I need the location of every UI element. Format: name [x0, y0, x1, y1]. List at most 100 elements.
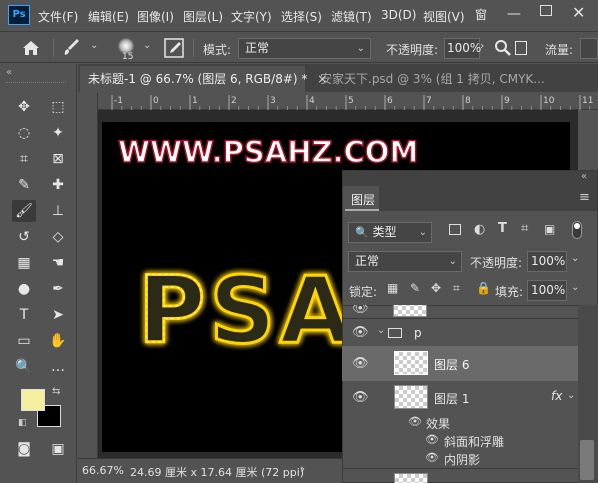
- blend-mode-select[interactable]: 正常 ⌄: [348, 251, 462, 272]
- frame-tool-icon[interactable]: ⊠: [46, 148, 70, 170]
- layer-group-p[interactable]: 👁 ⌄ p: [342, 318, 578, 346]
- lock-image-icon[interactable]: ✎: [410, 281, 420, 295]
- menu-filter[interactable]: 滤镜(T): [331, 8, 372, 25]
- menu-layer[interactable]: 图层(L): [183, 8, 223, 25]
- clone-stamp-icon[interactable]: ⊥: [46, 200, 70, 222]
- lock-transparent-icon[interactable]: ▦: [387, 281, 398, 295]
- foreground-color-swatch[interactable]: [21, 389, 45, 411]
- lasso-tool-icon[interactable]: ◌: [12, 122, 36, 144]
- layers-scrollbar[interactable]: [578, 305, 598, 483]
- layer-row-partial[interactable]: 👁: [343, 305, 577, 318]
- more-tools-icon[interactable]: …: [46, 356, 70, 378]
- healing-brush-icon[interactable]: ✚: [46, 174, 70, 196]
- magic-wand-icon[interactable]: ✦: [46, 122, 70, 144]
- fx-badge[interactable]: fx: [551, 389, 562, 403]
- path-select-icon[interactable]: ➤: [46, 304, 70, 326]
- collapse-icon[interactable]: «: [581, 171, 587, 182]
- chevron-down-icon[interactable]: ⌄: [567, 390, 575, 401]
- eraser-tool-icon[interactable]: ◇: [46, 226, 70, 248]
- layer-opacity-input[interactable]: 100%: [527, 251, 567, 272]
- visibility-eye-icon[interactable]: 👁: [425, 433, 439, 446]
- lock-all-icon[interactable]: 🔒: [476, 281, 491, 295]
- panel-grip[interactable]: [6, 82, 66, 84]
- history-brush-icon[interactable]: ↺: [12, 226, 36, 248]
- effect-inner-shadow[interactable]: 👁 内阴影: [342, 450, 578, 468]
- layer-row-6[interactable]: 👁 图层 6: [342, 346, 578, 381]
- shape-tool-icon[interactable]: ▭: [12, 330, 36, 352]
- fill-input[interactable]: 100%: [527, 280, 567, 301]
- visibility-eye-icon[interactable]: 👁: [352, 356, 369, 371]
- maximize-icon[interactable]: [540, 5, 552, 16]
- filter-shape-icon[interactable]: ⌗: [521, 221, 528, 236]
- brush-settings-icon[interactable]: [164, 38, 184, 58]
- quick-mask-icon[interactable]: ◙: [12, 438, 36, 460]
- lock-position-icon[interactable]: ✥: [431, 281, 441, 295]
- brush-tool-icon[interactable]: 🖌: [12, 200, 36, 222]
- effect-bevel-emboss[interactable]: 👁 斜面和浮雕: [342, 432, 578, 450]
- visibility-eye-icon[interactable]: 👁: [352, 325, 369, 340]
- layer-filter-select[interactable]: 🔍 类型 ⌄: [348, 222, 432, 243]
- marquee-tool-icon[interactable]: ⬚: [46, 96, 70, 118]
- opacity-input[interactable]: 100%: [444, 38, 481, 59]
- panel-menu-icon[interactable]: ≡: [579, 190, 590, 205]
- crop-tool-icon[interactable]: ⌗: [12, 148, 36, 170]
- filter-toggle[interactable]: [572, 221, 582, 239]
- menu-3d[interactable]: 3D(D): [381, 8, 416, 22]
- visibility-eye-icon[interactable]: 👁: [408, 415, 422, 428]
- type-tool-icon[interactable]: T: [12, 304, 36, 326]
- move-tool-icon[interactable]: ✥: [12, 96, 36, 118]
- swap-colors-icon[interactable]: ⇆: [52, 386, 60, 397]
- flow-input[interactable]: [580, 38, 598, 59]
- dodge-tool-icon[interactable]: ●: [12, 278, 36, 300]
- gradient-tool-icon[interactable]: ▦: [12, 252, 36, 274]
- menu-edit[interactable]: 编辑(E): [88, 8, 129, 25]
- brush-tool-icon[interactable]: [62, 39, 82, 57]
- default-colors-icon[interactable]: ◧: [18, 418, 27, 428]
- lock-artboard-icon[interactable]: ⌗: [453, 281, 460, 296]
- chevron-right-icon[interactable]: ›: [480, 39, 484, 52]
- scrollbar-thumb[interactable]: [580, 440, 594, 480]
- collapse-icon[interactable]: «: [6, 67, 12, 78]
- pen-tool-icon[interactable]: ✒: [46, 278, 70, 300]
- menu-type[interactable]: 文字(Y): [231, 8, 272, 25]
- tab-untitled-1[interactable]: 未标题-1 @ 66.7% (图层 6, RGB/8#) * ×: [80, 66, 327, 92]
- tab-layers[interactable]: 图层: [345, 186, 379, 211]
- chevron-down-icon[interactable]: ⌄: [377, 325, 385, 336]
- mode-select[interactable]: 正常 ⌄: [238, 38, 371, 59]
- effects-row[interactable]: 👁 效果: [342, 414, 578, 432]
- filter-pixel-icon[interactable]: [449, 224, 461, 235]
- filter-type-icon[interactable]: T: [498, 221, 507, 236]
- menu-view[interactable]: 视图(V): [423, 8, 465, 25]
- ruler-label: 5: [348, 96, 354, 106]
- filter-smartobject-icon[interactable]: ▣: [544, 222, 555, 236]
- chevron-down-icon[interactable]: ⌄: [90, 40, 98, 51]
- hand-tool-icon[interactable]: ✋: [46, 330, 70, 352]
- menu-file[interactable]: 文件(F): [38, 8, 78, 25]
- chevron-down-icon[interactable]: ⌄: [571, 253, 579, 264]
- visibility-eye-icon[interactable]: 👁: [425, 451, 439, 464]
- minimize-icon[interactable]: —: [507, 6, 521, 22]
- menu-overflow-icon[interactable]: 窗: [475, 6, 487, 22]
- zoom-level[interactable]: 66.67%: [82, 464, 124, 477]
- tablet-icon[interactable]: [515, 41, 527, 55]
- smudge-tool-icon[interactable]: ☚: [46, 252, 70, 274]
- tab-anjia-tianxia[interactable]: 安家天下.psd @ 3% (组 1 拷贝, CMYK...: [312, 66, 552, 92]
- close-icon[interactable]: ✕: [572, 3, 585, 22]
- chevron-down-icon[interactable]: ⌄: [143, 40, 151, 51]
- layer-row-1[interactable]: 👁 图层 1 fx ⌄: [342, 381, 578, 414]
- screen-mode-icon[interactable]: ▣: [46, 438, 70, 460]
- menu-image[interactable]: 图像(I): [137, 8, 174, 25]
- home-icon[interactable]: [22, 40, 40, 56]
- pressure-opacity-icon[interactable]: [494, 39, 512, 57]
- visibility-eye-icon[interactable]: 👁: [352, 390, 369, 405]
- menu-select[interactable]: 选择(S): [281, 8, 322, 25]
- chevron-down-icon: ⌄: [418, 227, 427, 238]
- zoom-tool-icon[interactable]: 🔍: [12, 356, 36, 378]
- chevron-down-icon[interactable]: ⌄: [571, 282, 579, 293]
- layer-row-partial[interactable]: [342, 468, 578, 483]
- filter-adjustment-icon[interactable]: ◐: [474, 222, 485, 237]
- headline-text: WWW.PSAHZ.COM: [118, 135, 418, 169]
- visibility-eye-icon[interactable]: 👁: [352, 305, 369, 316]
- eyedropper-tool-icon[interactable]: ✎: [12, 174, 36, 196]
- status-menu-arrow[interactable]: ›: [300, 462, 305, 477]
